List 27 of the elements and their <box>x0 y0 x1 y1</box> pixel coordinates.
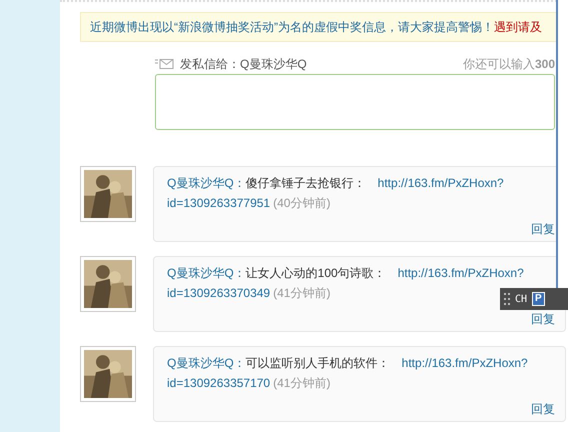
message-time: (41分钟前) <box>273 286 330 300</box>
compose-label: 发私信给：Q曼珠沙华Q <box>180 56 307 73</box>
message-link[interactable]: id=1309263357170 <box>167 376 270 390</box>
grip-icon[interactable] <box>504 293 510 305</box>
message-link[interactable]: http://163.fm/PxZHoxn? <box>402 356 528 370</box>
message-link[interactable]: http://163.fm/PxZHoxn? <box>378 176 504 190</box>
envelope-icon <box>155 59 175 69</box>
ime-mode-button[interactable]: P <box>532 292 545 306</box>
ime-language[interactable]: CH <box>515 292 528 306</box>
reply-link[interactable]: 回复 <box>531 399 555 419</box>
char-counter: 你还可以输入300 <box>462 56 555 73</box>
message-text: 让女人心动的100句诗歌： <box>246 266 386 280</box>
author-link[interactable]: Q曼珠沙华Q： <box>167 266 246 280</box>
reply-link[interactable]: 回复 <box>531 309 555 329</box>
message-text: 可以监听别人手机的软件： <box>246 356 390 370</box>
reply-link[interactable]: 回复 <box>531 219 555 239</box>
message-text: 傻仔拿锤子去抢银行： <box>246 176 366 190</box>
message-input[interactable] <box>155 74 555 130</box>
message-link[interactable]: id=1309263377951 <box>167 196 270 210</box>
notice-text: 近期微博出现以“新浪微博抽奖活动”为名的虚假中奖信息，请大家提高警惕！ <box>90 19 494 36</box>
author-link[interactable]: Q曼珠沙华Q： <box>167 356 246 370</box>
notice-warning: 遇到请及 <box>494 19 542 36</box>
message-link[interactable]: id=1309263370349 <box>167 286 270 300</box>
author-link[interactable]: Q曼珠沙华Q： <box>167 176 246 190</box>
message-time: (41分钟前) <box>273 376 330 390</box>
message-time: (40分钟前) <box>273 196 330 210</box>
message-link[interactable]: http://163.fm/PxZHoxn? <box>398 266 524 280</box>
